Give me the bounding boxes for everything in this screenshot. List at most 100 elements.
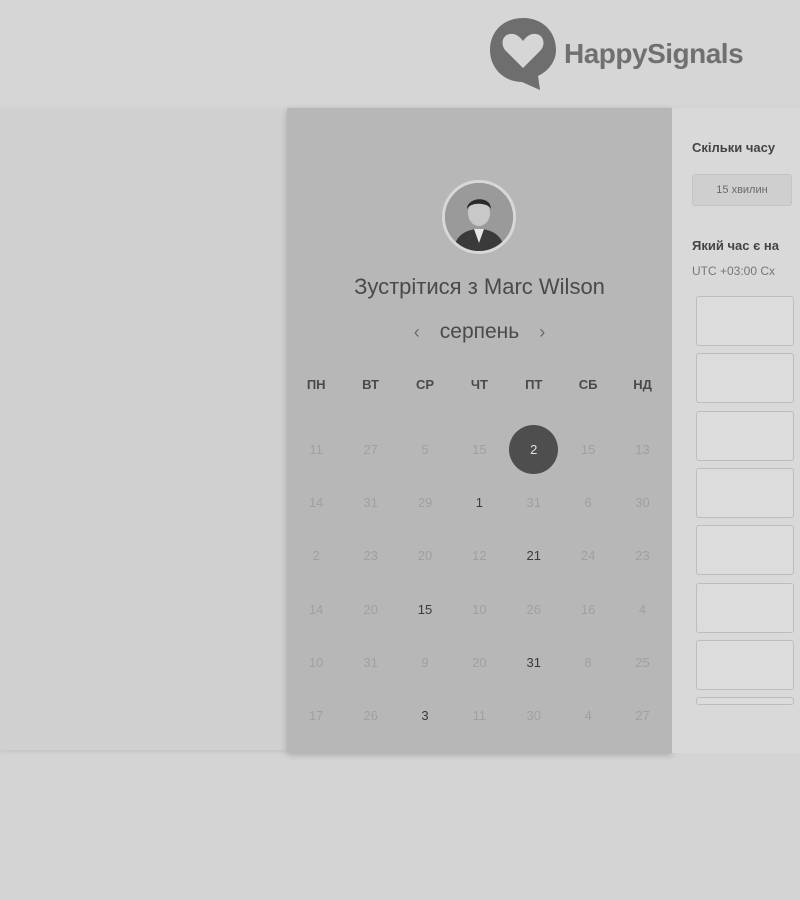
unavailable-day: 14 [289,478,343,528]
day-number: 31 [363,494,378,510]
time-slot[interactable] [696,697,794,706]
day-number: 15 [580,441,596,457]
month-label: серпень [439,320,520,343]
day-number: 10 [308,654,324,670]
unavailable-day: 31 [343,478,397,528]
timezone-label[interactable]: UTC +03:00 Сх [692,264,798,278]
person-name: Marc Wilson [483,274,605,299]
day-number: 15 [417,601,433,617]
time-slot[interactable] [696,353,794,404]
unavailable-day: 11 [289,425,343,475]
day-number: 27 [363,441,378,457]
calendar-week: 14 20 15 10 26 16 4 [289,583,670,636]
unavailable-day: 5 [398,425,452,475]
weekday-label: НД [633,377,652,392]
unavailable-day: 29 [398,478,452,528]
unavailable-day: 14 [289,585,343,635]
day-number: 17 [308,708,324,724]
day-number: 4 [638,601,647,617]
day-number: 30 [635,494,650,510]
day-number: 2 [312,548,320,564]
calendar-week: 14 31 29 1 31 6 30 [289,476,670,529]
unavailable-day: 26 [343,691,397,741]
weekday-label: СР [415,377,434,392]
time-slot[interactable] [696,467,794,518]
unavailable-day: 20 [452,638,506,688]
meet-prefix: Зустрітися з [354,274,478,299]
unavailable-day: 30 [615,478,669,528]
unavailable-day: 15 [561,425,615,475]
month-nav: ‹ серпень › [287,320,672,344]
time-slot[interactable] [696,582,794,633]
meeting-title: Зустрітися з Marc Wilson [287,274,672,300]
day-number: 29 [417,494,433,510]
unavailable-day: 2 [289,531,343,581]
day-number: 31 [526,654,541,670]
day-number: 11 [472,708,487,724]
day-number: 14 [308,601,324,617]
available-day[interactable]: 1 [452,478,506,528]
weekday-label: ЧТ [470,377,488,392]
day-number: 16 [580,601,596,617]
day-number: 10 [472,601,487,617]
heart-bubble-icon [488,16,558,92]
left-panel [0,110,287,750]
unavailable-day: 20 [343,585,397,635]
day-number: 3 [421,708,429,724]
time-question: Який час є на [692,238,779,253]
prev-month-chevron-icon[interactable]: ‹ [414,322,420,343]
calendar-week: 2 23 20 12 21 24 23 [289,530,670,583]
day-number: 20 [363,601,378,617]
day-number: 6 [584,494,592,510]
day-number: 12 [472,548,487,564]
day-number: 23 [635,548,650,564]
calendar-panel: Зустрітися з Marc Wilson ‹ серпень › ПН В… [287,108,672,753]
calendar-week: 17 26 3 11 30 4 27 [289,689,670,742]
avatar [442,180,516,254]
duration-question: Скільки часу [692,140,776,155]
available-day[interactable]: 31 [507,638,561,688]
time-slot[interactable] [696,525,794,576]
day-number: 2 [530,441,538,457]
day-number: 27 [635,708,650,724]
unavailable-day: 30 [507,691,561,741]
day-number: 31 [526,494,541,510]
day-number: 13 [635,441,650,457]
selected-day[interactable]: 2 [507,425,561,475]
duration-option[interactable]: 15 хвилин [692,174,792,206]
time-slot[interactable] [696,410,794,461]
unavailable-day: 24 [561,531,615,581]
header: HappySignals [0,0,800,105]
day-number: 25 [635,654,650,670]
unavailable-day: 9 [398,638,452,688]
day-number: 26 [526,601,541,617]
unavailable-day: 6 [561,478,615,528]
unavailable-day: 4 [561,691,615,741]
weekday-label: СБ [578,377,598,392]
logo[interactable]: HappySignals [488,16,744,92]
unavailable-day: 13 [615,425,669,475]
unavailable-day: 11 [452,691,506,741]
calendar-week: 11 27 5 15 2 15 13 [289,423,670,476]
unavailable-day: 4 [615,585,669,635]
time-slot[interactable] [696,296,794,346]
available-day[interactable]: 3 [398,691,452,741]
weekday-header: ПН ВТ СР ЧТ ПТ СБ НД [289,373,670,397]
day-number: 23 [363,548,378,564]
day-number: 8 [584,654,592,670]
next-month-chevron-icon[interactable]: › [539,322,545,343]
unavailable-day: 12 [452,531,506,581]
unavailable-day: 23 [615,531,669,581]
calendar-week: 10 31 9 20 31 8 25 [289,636,670,689]
day-number: 4 [584,708,592,724]
unavailable-day: 16 [561,585,615,635]
unavailable-day: 31 [507,478,561,528]
calendar-grid: ПН ВТ СР ЧТ ПТ СБ НД 11 27 5 15 2 15 13 14 31 29 1 31 6 30 2… [289,373,670,743]
day-number: 30 [526,708,541,724]
booking-panel: Скільки часу 15 хвилин Який час є на UTC… [672,108,800,753]
available-day[interactable]: 21 [507,531,561,581]
unavailable-day: 10 [289,638,343,688]
unavailable-day: 10 [452,585,506,635]
time-slot[interactable] [696,639,794,690]
available-day[interactable]: 15 [398,585,452,635]
